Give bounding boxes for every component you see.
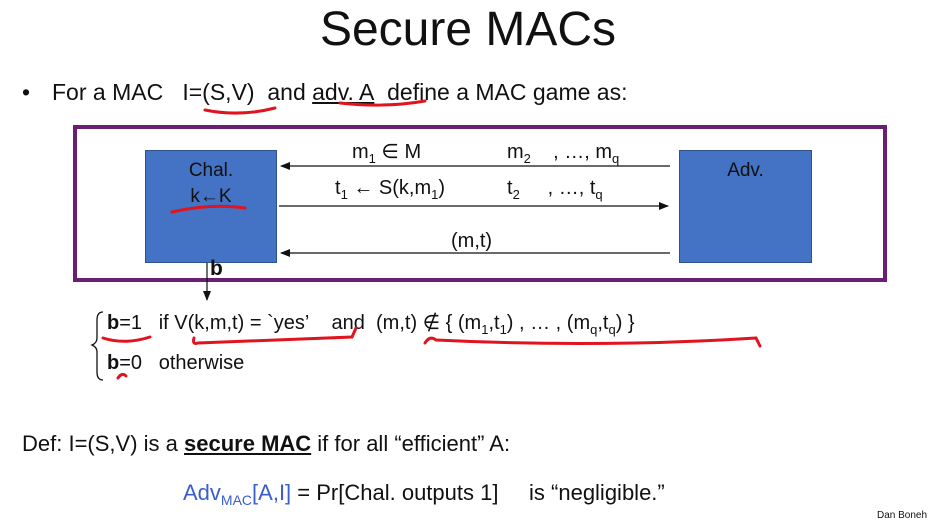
underline-mac (203, 106, 277, 115)
underline-b1 (101, 335, 152, 343)
case-bracket (90, 311, 104, 381)
diagram-overlay (90, 99, 762, 381)
underline-set (423, 336, 762, 348)
mark-b0 (116, 372, 128, 380)
underline-verify (192, 326, 358, 345)
underline-adv (338, 99, 427, 107)
underline-key (170, 204, 247, 214)
